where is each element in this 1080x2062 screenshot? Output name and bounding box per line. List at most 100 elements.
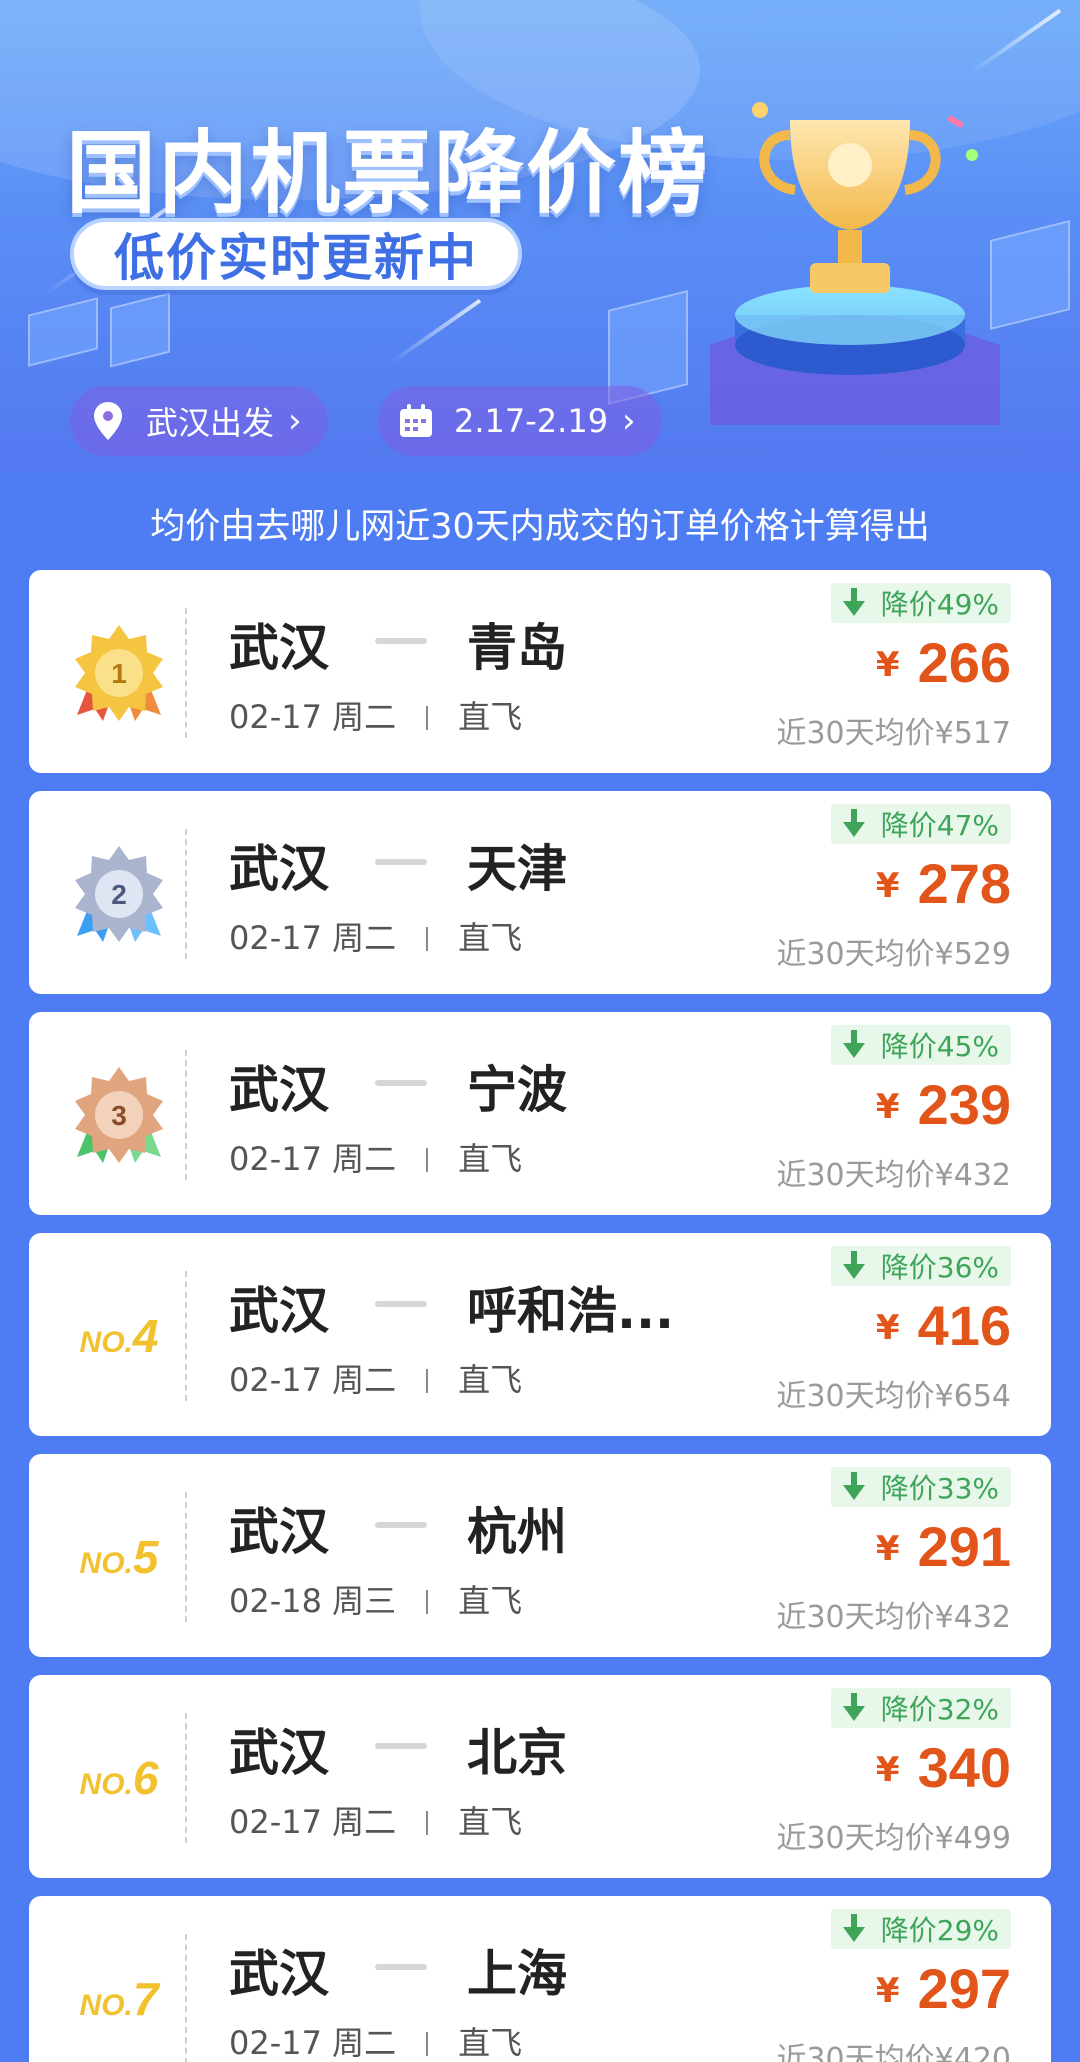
rank-label: NO.5 — [80, 1530, 159, 1584]
current-price: ¥291 — [876, 1514, 1011, 1579]
flight-type: 直飞 — [458, 1361, 523, 1399]
current-price: ¥416 — [876, 1293, 1011, 1358]
meta-separator — [426, 706, 429, 730]
price-value: 239 — [917, 1073, 1011, 1136]
destination-city: 杭州 — [467, 1503, 567, 1561]
flight-card[interactable]: 3 武汉 宁波 02-17 周二 直飞 降价45% ¥239 近30天均价¥432 — [29, 1012, 1051, 1215]
origin-city: 武汉 — [229, 1061, 329, 1119]
route-arrow — [375, 638, 427, 644]
price-drop-text: 降价36% — [880, 1251, 999, 1284]
price-value: 416 — [917, 1294, 1011, 1357]
card-divider — [185, 1934, 187, 2062]
flight-card[interactable]: NO.6 武汉 北京 02-17 周二 直飞 降价32% ¥340 近30天均价¥… — [29, 1675, 1051, 1878]
route-arrow — [375, 1743, 427, 1749]
price-drop-text: 降价32% — [880, 1693, 999, 1726]
flight-meta: 02-17 周二 直飞 — [229, 1355, 522, 1401]
decor-cube — [990, 220, 1070, 330]
flight-date: 02-17 周二 — [229, 1803, 397, 1841]
down-arrow-icon — [842, 1472, 865, 1500]
origin-city: 武汉 — [229, 1724, 329, 1782]
flight-card[interactable]: NO.5 武汉 杭州 02-18 周三 直飞 降价33% ¥291 近30天均价¥… — [29, 1454, 1051, 1657]
currency-symbol: ¥ — [875, 1087, 900, 1127]
down-arrow-icon — [842, 1030, 865, 1058]
currency-symbol: ¥ — [875, 645, 900, 685]
flight-meta: 02-17 周二 直飞 — [229, 913, 522, 959]
average-price: 近30天均价¥420 — [776, 2042, 1011, 2062]
average-price: 近30天均价¥432 — [776, 1158, 1011, 1193]
flight-date: 02-17 周二 — [229, 919, 397, 957]
page-title: 国内机票降价榜 — [66, 121, 710, 226]
flight-type: 直飞 — [458, 698, 523, 736]
flight-date: 02-18 周三 — [229, 1582, 397, 1620]
average-price: 近30天均价¥517 — [776, 716, 1011, 751]
average-price: 近30天均价¥654 — [776, 1379, 1011, 1414]
price-value: 291 — [917, 1515, 1011, 1578]
flight-type: 直飞 — [458, 1803, 523, 1841]
current-price: ¥239 — [876, 1072, 1011, 1137]
decor-cube — [28, 297, 98, 367]
calendar-icon — [396, 401, 436, 441]
flight-card[interactable]: NO.4 武汉 呼和浩... 02-17 周二 直飞 降价36% ¥416 近30… — [29, 1233, 1051, 1436]
route-arrow — [375, 859, 427, 865]
card-divider — [185, 1271, 187, 1401]
price-drop-text: 降价49% — [880, 588, 999, 621]
chevron-right-icon: › — [622, 401, 636, 441]
flight-meta: 02-17 周二 直飞 — [229, 1134, 522, 1180]
price-drop-text: 降价29% — [880, 1914, 999, 1947]
rank-number: 1 — [111, 658, 127, 689]
date-range-label: 2.17-2.19 — [454, 402, 609, 440]
rank-badge: 1 — [59, 610, 179, 735]
flight-card[interactable]: NO.7 武汉 上海 02-17 周二 直飞 降价29% ¥297 近30天均价¥… — [29, 1896, 1051, 2062]
flight-type: 直飞 — [458, 919, 523, 957]
flight-meta: 02-17 周二 直飞 — [229, 2018, 522, 2062]
price-value: 340 — [917, 1736, 1011, 1799]
rank-badge: NO.6 — [59, 1715, 179, 1840]
rank-prefix: NO. — [79, 1546, 133, 1580]
rank-number: 2 — [111, 879, 127, 910]
flight-date: 02-17 周二 — [229, 2024, 397, 2062]
down-arrow-icon — [842, 588, 865, 616]
destination-city: 青岛 — [467, 619, 567, 677]
banner-streak — [388, 298, 482, 366]
trophy-icon — [710, 102, 1000, 425]
destination-city: 上海 — [467, 1945, 567, 2003]
rank-label: NO.6 — [80, 1751, 159, 1805]
meta-separator — [426, 1811, 429, 1835]
price-value: 266 — [917, 631, 1011, 694]
rank-badge: NO.4 — [59, 1273, 179, 1398]
route-arrow — [375, 1080, 427, 1086]
route-arrow — [375, 1522, 427, 1528]
date-filter[interactable]: 2.17-2.19 › — [378, 386, 662, 456]
price-drop-badge: 降价49% — [830, 583, 1011, 623]
meta-separator — [426, 2032, 429, 2056]
flight-date: 02-17 周二 — [229, 1361, 397, 1399]
destination-city: 呼和浩... — [467, 1282, 674, 1340]
origin-city: 武汉 — [229, 840, 329, 898]
flight-card[interactable]: 1 武汉 青岛 02-17 周二 直飞 降价49% ¥266 近30天均价¥517 — [29, 570, 1051, 773]
flight-card[interactable]: 2 武汉 天津 02-17 周二 直飞 降价47% ¥278 近30天均价¥529 — [29, 791, 1051, 994]
decor-cube — [110, 292, 170, 368]
flight-type: 直飞 — [458, 1582, 523, 1620]
rank-number: 3 — [111, 1100, 127, 1131]
rank-number: 6 — [132, 1751, 159, 1804]
origin-city: 武汉 — [229, 1282, 329, 1340]
price-drop-text: 降价47% — [880, 809, 999, 842]
rank-badge: 2 — [59, 831, 179, 956]
flight-meta: 02-18 周三 直飞 — [229, 1576, 522, 1622]
meta-separator — [426, 1148, 429, 1172]
subtitle-text: 低价实时更新中 — [114, 229, 478, 287]
current-price: ¥297 — [876, 1956, 1011, 2021]
down-arrow-icon — [842, 1693, 865, 1721]
down-arrow-icon — [842, 809, 865, 837]
origin-city: 武汉 — [229, 1503, 329, 1561]
location-pin-icon — [88, 401, 128, 441]
currency-symbol: ¥ — [875, 1308, 900, 1348]
price-drop-text: 降价45% — [880, 1030, 999, 1063]
departure-label: 武汉出发 — [146, 404, 275, 442]
departure-filter[interactable]: 武汉出发 › — [70, 386, 328, 456]
current-price: ¥266 — [876, 630, 1011, 695]
destination-city: 天津 — [467, 840, 567, 898]
card-divider — [185, 1492, 187, 1622]
down-arrow-icon — [842, 1251, 865, 1279]
price-value: 297 — [917, 1957, 1011, 2020]
